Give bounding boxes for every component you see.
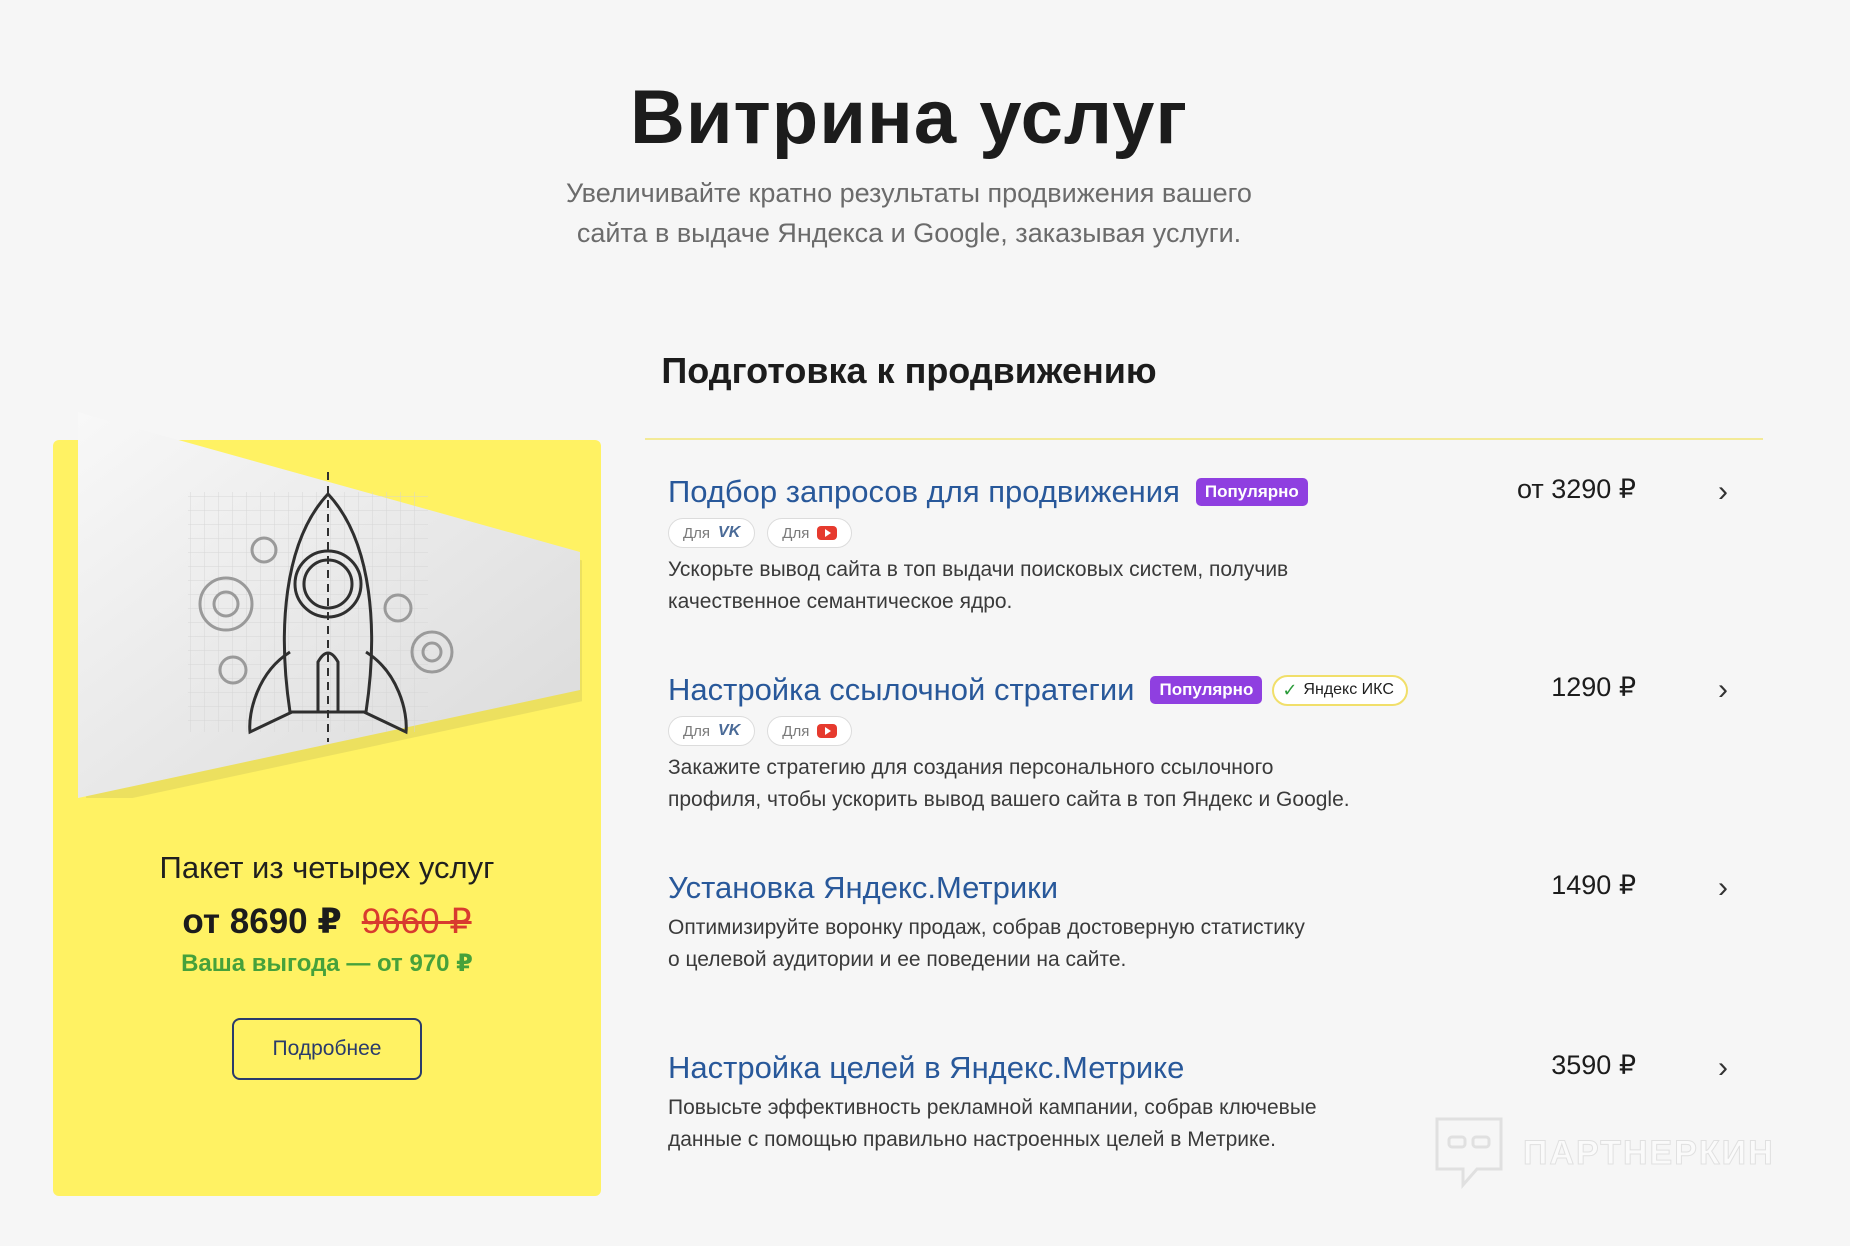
page-subtitle: Увеличивайте кратно результаты продвижен… <box>509 173 1309 253</box>
service-item[interactable]: Установка Яндекс.Метрики Оптимизируйте в… <box>668 870 1748 976</box>
watermark-logo-icon <box>1435 1117 1503 1189</box>
watermark: ПАРТНЕРКИН <box>1433 1115 1775 1191</box>
tag-label: Для <box>782 722 810 740</box>
service-title-link[interactable]: Подбор запросов для продвижения <box>668 474 1180 510</box>
section-title: Подготовка к продвижению <box>661 350 1157 391</box>
popular-badge: Популярно <box>1195 478 1308 506</box>
platform-tags: Для VK Для <box>668 716 1748 746</box>
details-button[interactable]: Подробнее <box>232 1018 422 1080</box>
desc-line-2: профиля, чтобы ускорить вывод вашего сай… <box>668 788 1350 811</box>
yandex-iks-label: Яндекс ИКС <box>1303 681 1394 698</box>
check-icon: ✓ <box>1282 679 1298 700</box>
tag-label: Для <box>782 524 810 542</box>
service-price: 1290 ₽ <box>1551 672 1636 702</box>
service-description: Закажите стратегию для создания персонал… <box>668 752 1428 816</box>
tag-youtube[interactable]: Для <box>767 518 853 548</box>
promo-title: Пакет из четырех услуг <box>159 850 495 885</box>
service-title-link[interactable]: Настройка целей в Яндекс.Метрике <box>668 1050 1184 1086</box>
service-title-link[interactable]: Настройка ссылочной стратегии <box>668 672 1134 708</box>
tag-youtube[interactable]: Для <box>767 716 853 746</box>
promo-price-row: от 8690 ₽ 9660 ₽ <box>53 902 601 942</box>
chevron-right-icon[interactable]: › <box>1718 675 1728 705</box>
divider <box>645 438 1763 440</box>
promo-savings: Ваша выгода — от 970 ₽ <box>181 950 473 977</box>
promo-old-price: 9660 ₽ <box>361 902 472 941</box>
desc-line-2: качественное семантическое ядро. <box>668 590 1013 613</box>
youtube-icon <box>817 724 838 738</box>
rocket-illustration <box>78 412 582 798</box>
chevron-right-icon[interactable]: › <box>1718 873 1728 903</box>
subtitle-line-1: Увеличивайте кратно результаты продвижен… <box>566 178 1252 208</box>
promo-price: от 8690 ₽ <box>182 902 342 941</box>
youtube-icon <box>817 526 838 540</box>
chevron-right-icon[interactable]: › <box>1718 477 1728 507</box>
platform-tags: Для VK Для <box>668 518 1748 548</box>
tag-label: Для <box>683 722 711 740</box>
tag-label: Для <box>683 524 711 542</box>
desc-line-1: Закажите стратегию для создания персонал… <box>668 756 1274 779</box>
chevron-right-icon[interactable]: › <box>1718 1053 1728 1083</box>
service-item[interactable]: Подбор запросов для продвижения Популярн… <box>668 474 1748 618</box>
service-description: Ускорьте вывод сайта в топ выдачи поиско… <box>668 554 1428 618</box>
page-title: Витрина услуг <box>629 75 1189 160</box>
vk-icon: VK <box>718 524 741 541</box>
subtitle-line-2: сайта в выдаче Яндекса и Google, заказыв… <box>576 218 1242 248</box>
desc-line-2: о целевой аудитории и ее поведении на са… <box>668 948 1127 971</box>
vk-icon: VK <box>718 722 741 739</box>
yandex-iks-badge: ✓ Яндекс ИКС <box>1272 674 1408 706</box>
service-description: Повысьте эффективность рекламной кампани… <box>668 1092 1428 1156</box>
service-price: от 3290 ₽ <box>1516 474 1636 504</box>
service-description: Оптимизируйте воронку продаж, собрав дос… <box>668 912 1428 976</box>
popular-badge: Популярно <box>1150 676 1263 704</box>
service-price: 1490 ₽ <box>1551 870 1636 900</box>
tag-vk[interactable]: Для VK <box>668 518 756 548</box>
service-item[interactable]: Настройка ссылочной стратегии Популярно … <box>668 672 1748 816</box>
desc-line-1: Ускорьте вывод сайта в топ выдачи поиско… <box>668 558 1289 581</box>
desc-line-1: Повысьте эффективность рекламной кампани… <box>668 1096 1317 1119</box>
desc-line-1: Оптимизируйте воронку продаж, собрав дос… <box>668 916 1305 939</box>
tag-vk[interactable]: Для VK <box>668 716 756 746</box>
watermark-text: ПАРТНЕРКИН <box>1523 1133 1775 1172</box>
desc-line-2: данные с помощью правильно настроенных ц… <box>668 1128 1276 1151</box>
service-title-link[interactable]: Установка Яндекс.Метрики <box>668 870 1058 906</box>
service-price: 3590 ₽ <box>1551 1050 1636 1080</box>
